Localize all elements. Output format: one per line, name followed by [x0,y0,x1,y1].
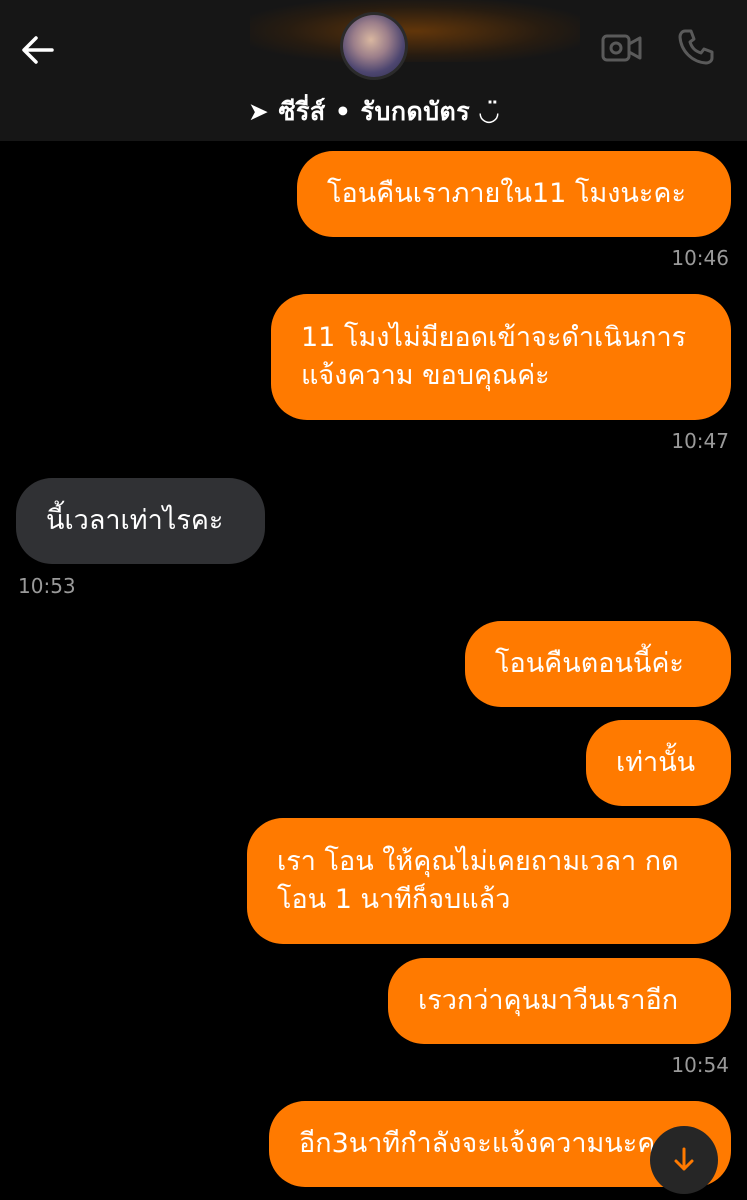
message-outgoing[interactable]: เรา โอน ให้คุณไม่เคยถามเวลา กด โอน 1 นาท… [247,818,731,944]
message-time: 10:53 [18,574,76,598]
voice-call-button[interactable] [676,27,716,67]
contact-avatar[interactable] [343,15,405,77]
message-time: 10:47 [671,429,729,453]
video-camera-icon [601,34,642,62]
arrow-down-icon [674,1147,694,1171]
message-text: เรา โอน ให้คุณไม่เคยถามเวลา กด โอน 1 นาท… [277,846,679,915]
message-text: อีก3นาทีกำลังจะแจ้งความนะคะ [299,1128,670,1159]
message-text: 11 โมงไม่มียอดเข้าจะดำเนินการแจ้งความ ขอ… [301,322,687,391]
message-text: นี้เวลาเท่าไรคะ [46,505,224,536]
message-outgoing[interactable]: 11 โมงไม่มียอดเข้าจะดำเนินการแจ้งความ ขอ… [271,294,731,420]
message-outgoing[interactable]: เรวกว่าคุนมาวีนเราอีก [388,958,731,1044]
header-glow [250,0,580,62]
video-call-button[interactable] [600,30,644,66]
message-outgoing[interactable]: โอนคืนเราภายใน11 โมงนะคะ [297,151,731,237]
phone-icon [678,29,714,65]
message-time: 10:46 [671,246,729,270]
message-text: โอนคืนเราภายใน11 โมงนะคะ [327,178,686,209]
message-time: 10:54 [671,1053,729,1077]
message-text: เรวกว่าคุนมาวีนเราอีก [418,985,679,1016]
back-button[interactable] [18,30,58,70]
message-text: เท่านั้น [616,747,696,778]
arrow-left-icon [22,36,54,64]
message-outgoing[interactable]: โอนคืนตอนนี้ค่ะ [465,621,731,707]
message-incoming[interactable]: นี้เวลาเท่าไรคะ [16,478,265,564]
chat-header: ➤ ซีรี่ส์ • รับกดบัตร ◡̈ [0,0,747,141]
scroll-to-bottom-button[interactable] [650,1126,718,1194]
message-text: โอนคืนตอนนี้ค่ะ [495,648,684,679]
chat-title[interactable]: ➤ ซีรี่ส์ • รับกดบัตร ◡̈ [0,92,747,132]
message-outgoing[interactable]: เท่านั้น [586,720,731,806]
